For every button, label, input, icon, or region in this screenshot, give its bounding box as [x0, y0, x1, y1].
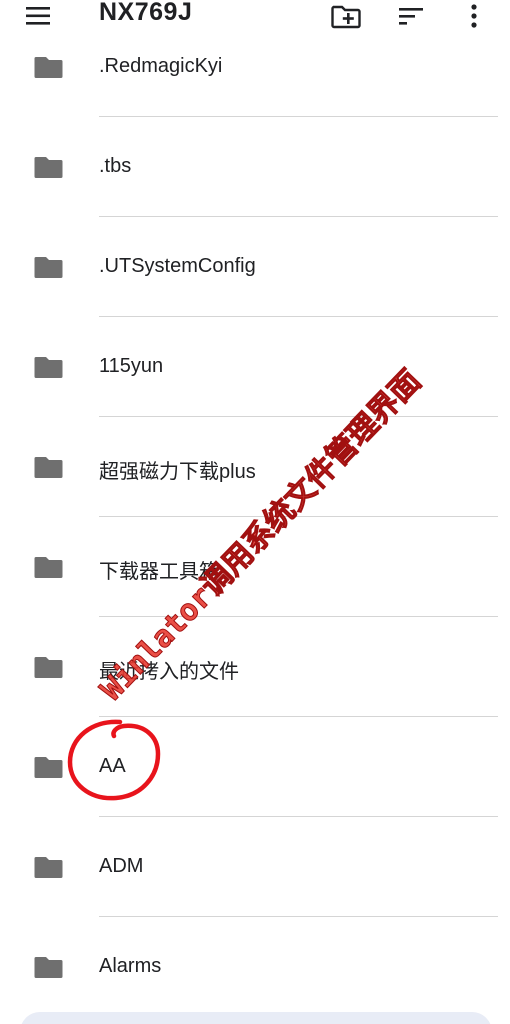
more-vertical-icon: [471, 4, 477, 28]
folder-name: 115yun: [99, 355, 164, 377]
bottom-action-bar[interactable]: [20, 1012, 492, 1024]
folder-name: 超强磁力下载plus: [99, 461, 256, 483]
more-options-button[interactable]: [458, 2, 490, 30]
folder-name: 下载器工具箱: [99, 561, 219, 583]
folder-icon: [34, 957, 63, 978]
menu-button[interactable]: [24, 4, 52, 28]
top-app-bar: NX769J: [0, 0, 510, 36]
folder-name: AA: [99, 755, 126, 777]
list-item[interactable]: 最近拷入的文件: [0, 617, 510, 717]
folder-name: ADM: [99, 855, 144, 877]
folder-icon: [34, 57, 63, 78]
folder-name: .RedmagicKyi: [99, 55, 223, 77]
sort-button[interactable]: [396, 2, 428, 30]
sort-icon: [399, 8, 423, 25]
folder-icon: [34, 157, 63, 178]
list-item[interactable]: Alarms: [0, 917, 510, 1017]
create-new-folder-icon: [331, 5, 361, 29]
list-item[interactable]: AA: [0, 717, 510, 817]
file-manager-screen: NX769J .RedmagicKyi .tbs .UTSystemConfig…: [0, 0, 510, 1024]
list-item[interactable]: 115yun: [0, 317, 510, 417]
list-item[interactable]: ADM: [0, 817, 510, 917]
folder-icon: [34, 557, 63, 578]
folder-icon: [34, 657, 63, 678]
list-item[interactable]: 超强磁力下载plus: [0, 417, 510, 517]
new-folder-button[interactable]: [330, 2, 362, 30]
folder-icon: [34, 457, 63, 478]
folder-icon: [34, 257, 63, 278]
list-item[interactable]: 下载器工具箱: [0, 517, 510, 617]
folder-icon: [34, 757, 63, 778]
folder-icon: [34, 357, 63, 378]
list-item[interactable]: .tbs: [0, 117, 510, 217]
list-item[interactable]: .UTSystemConfig: [0, 217, 510, 317]
hamburger-menu-icon: [26, 7, 50, 25]
page-title: NX769J: [99, 0, 193, 26]
folder-name: .UTSystemConfig: [99, 255, 256, 277]
folder-name: .tbs: [99, 155, 132, 177]
folder-name: 最近拷入的文件: [99, 661, 239, 683]
folder-name: Alarms: [99, 955, 162, 977]
folder-list: .RedmagicKyi .tbs .UTSystemConfig 115yun…: [0, 17, 510, 1017]
folder-icon: [34, 857, 63, 878]
